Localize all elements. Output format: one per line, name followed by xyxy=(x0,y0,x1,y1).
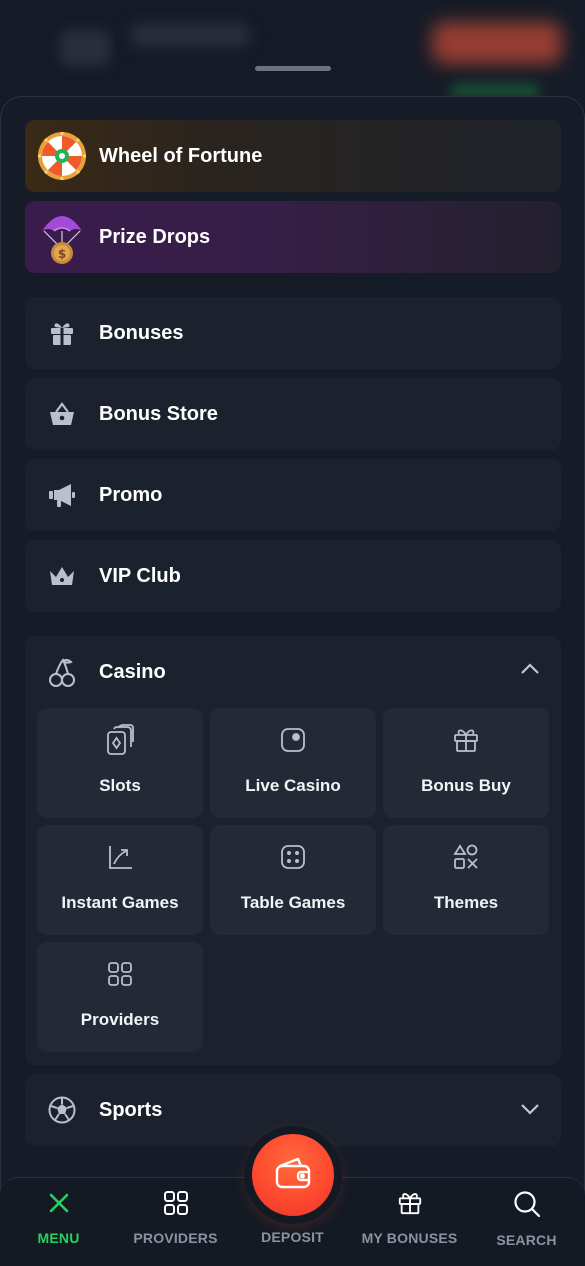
chart-arrow-icon xyxy=(106,841,134,873)
menu-item-promo[interactable]: Promo xyxy=(25,459,561,531)
cherries-icon xyxy=(25,656,99,688)
menu-item-label: Bonus Store xyxy=(99,402,218,425)
tile-label: Live Casino xyxy=(245,776,341,795)
wheel-of-fortune-icon xyxy=(25,130,99,182)
casino-tile-live-casino[interactable]: Live Casino xyxy=(210,708,376,818)
search-icon xyxy=(513,1190,541,1223)
tile-label: Bonus Buy xyxy=(421,776,511,795)
deposit-button[interactable] xyxy=(252,1134,334,1216)
megaphone-icon xyxy=(25,481,99,509)
nav-label: MY BONUSES xyxy=(361,1230,458,1246)
menu-item-label: Promo xyxy=(99,483,163,506)
tile-label: Instant Games xyxy=(61,893,179,912)
gift-icon xyxy=(25,319,99,347)
menu-item-vip-club[interactable]: VIP Club xyxy=(25,540,561,612)
nav-my-bonuses[interactable]: MY BONUSES xyxy=(351,1190,468,1246)
menu-item-label: Bonuses xyxy=(99,321,184,344)
nav-label: SEARCH xyxy=(496,1232,557,1248)
wallet-icon xyxy=(274,1156,312,1195)
cards-icon xyxy=(105,724,135,756)
casino-tile-table-games[interactable]: Table Games xyxy=(210,825,376,935)
casino-tile-providers[interactable]: Providers xyxy=(37,942,203,1052)
sheet-drag-handle[interactable] xyxy=(255,66,331,71)
casino-tile-slots[interactable]: Slots xyxy=(37,708,203,818)
nav-label: PROVIDERS xyxy=(133,1230,218,1246)
shapes-icon xyxy=(452,841,480,873)
tile-label: Slots xyxy=(99,776,141,795)
menu-item-prize-drops[interactable]: $ Prize Drops xyxy=(25,201,561,273)
casino-label: Casino xyxy=(99,660,166,683)
menu-item-bonuses[interactable]: Bonuses xyxy=(25,297,561,369)
nav-menu[interactable]: MENU xyxy=(0,1190,117,1246)
chevron-down-icon[interactable] xyxy=(519,1102,541,1121)
blurred-action-button xyxy=(432,22,562,64)
live-camera-icon xyxy=(279,724,307,756)
menu-item-wheel-of-fortune[interactable]: Wheel of Fortune xyxy=(25,120,561,192)
crown-icon xyxy=(25,563,99,589)
tile-label: Table Games xyxy=(240,893,346,912)
svg-text:$: $ xyxy=(58,247,66,261)
nav-deposit[interactable]: DEPOSIT xyxy=(234,1220,351,1245)
casino-tile-themes[interactable]: Themes xyxy=(383,825,549,935)
menu-item-label: Prize Drops xyxy=(99,225,211,248)
grid-icon xyxy=(163,1190,189,1221)
sports-label: Sports xyxy=(99,1098,163,1121)
gift-outline-icon xyxy=(452,724,480,756)
tile-label: Themes xyxy=(433,893,499,912)
menu-item-label: Wheel of Fortune xyxy=(99,144,263,167)
background-header xyxy=(0,0,585,110)
casino-section: Casino Slots Live Casino Bonus Buy Insta… xyxy=(25,636,561,1065)
casino-header[interactable]: Casino xyxy=(25,636,561,708)
grid-icon xyxy=(106,958,134,990)
soccer-ball-icon xyxy=(25,1095,99,1125)
nav-providers[interactable]: PROVIDERS xyxy=(117,1190,234,1246)
menu-item-label: VIP Club xyxy=(99,564,181,587)
dice-icon xyxy=(279,841,307,873)
close-icon xyxy=(46,1190,72,1221)
gift-icon xyxy=(397,1190,423,1221)
chevron-up-icon[interactable] xyxy=(519,662,541,681)
prize-drops-icon: $ xyxy=(25,209,99,265)
casino-tile-instant-games[interactable]: Instant Games xyxy=(37,825,203,935)
menu-item-bonus-store[interactable]: Bonus Store xyxy=(25,378,561,450)
blurred-logo xyxy=(60,30,110,66)
nav-label: DEPOSIT xyxy=(261,1229,324,1245)
casino-tile-bonus-buy[interactable]: Bonus Buy xyxy=(383,708,549,818)
shopping-basket-icon xyxy=(25,400,99,428)
tile-label: Providers xyxy=(80,1010,160,1029)
nav-search[interactable]: SEARCH xyxy=(468,1190,585,1248)
blurred-title xyxy=(130,24,250,46)
nav-label: MENU xyxy=(37,1230,80,1246)
